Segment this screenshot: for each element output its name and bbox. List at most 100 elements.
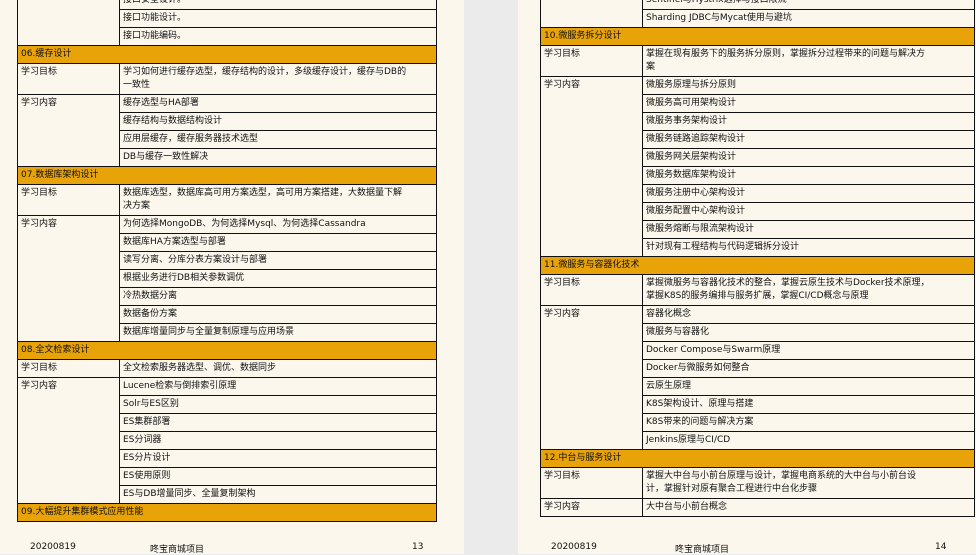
goal-line: 一致性 — [123, 80, 151, 90]
content-item: 微服务事务架构设计 — [643, 113, 974, 131]
content-item: ES分词器 — [120, 432, 436, 450]
row-label: 学习目标 — [541, 468, 643, 498]
goal-line: 数据库选型，数据库高可用方案选型，高可用方案搭建，大数据量下解 — [123, 188, 403, 198]
section-title: 07.数据库架构设计 — [18, 167, 436, 185]
content-item: 微服务注册中心架构设计 — [643, 185, 974, 203]
learning-goal: 全文检索服务器选型、调优、数据同步 — [120, 360, 436, 377]
content-item: 微服务配置中心架构设计 — [643, 203, 974, 221]
learning-goal: 学习如何进行缓存选型，缓存结构的设计，多级缓存设计，缓存与DB的 一致性 — [120, 64, 436, 94]
content-row: 学习内容 大中台与小前台概念 — [541, 499, 974, 517]
content-item: 接口安全设计。 — [120, 0, 436, 10]
goal-row: 学习目标 学习如何进行缓存选型，缓存结构的设计，多级缓存设计，缓存与DB的 一致性 — [18, 64, 436, 95]
section-title: 08.全文检索设计 — [18, 342, 436, 360]
section-title: 09.大幅提升集群模式应用性能 — [18, 504, 436, 522]
goal-line: 掌握K8S的服务编排与服务扩展，掌握CI/CD概念与原理 — [646, 291, 869, 301]
content-item: K8S架构设计、原理与搭建 — [643, 396, 974, 414]
content-item: 微服务网关层架构设计 — [643, 149, 974, 167]
row-label: 学习目标 — [18, 360, 120, 377]
content-item: 数据备份方案 — [120, 306, 436, 324]
content-item: 微服务与容器化 — [643, 324, 974, 342]
content-row: 学习内容 微服务原理与拆分原则 微服务高可用架构设计 微服务事务架构设计 微服务链路追踪… — [541, 77, 974, 257]
content-item: Lucene检索与倒排索引原理 — [120, 378, 436, 396]
goal-line: 掌握微服务与容器化技术的整合，掌握云原生技术与Docker技术原理， — [646, 278, 930, 288]
content-row: 学习内容 容器化概念 微服务与容器化 Docker Compose与Swarm原理 Do… — [541, 306, 974, 450]
row-label: 学习内容 — [18, 216, 120, 341]
goal-line: 掌握在现有服务下的服务拆分原则，掌握拆分过程带来的问题与解决方 — [646, 49, 926, 59]
row-label: 学习内容 — [541, 499, 643, 516]
content-item: 应用层缓存，缓存服务器技术选型 — [120, 131, 436, 149]
course-table: 接口安全设计。 接口功能设计。 接口功能编码。 06.缓存设计 学习目标 学习如何进行缓存… — [17, 0, 437, 522]
content-item: 为何选择MongoDB、为何选择Mysql、为何选择Cassandra — [120, 216, 436, 234]
content-item: Sharding JDBC与Mycat使用与避坑 — [646, 13, 792, 23]
content-item: Sentinel与Hystrix选择与接口限流 — [643, 0, 974, 10]
content-item: ES使用原则 — [120, 468, 436, 486]
footer-date: 20200819 — [30, 542, 76, 552]
learning-goal: 掌握在现有服务下的服务拆分原则，掌握拆分过程带来的问题与解决方案 — [643, 46, 974, 76]
content-item: 云原生原理 — [643, 378, 974, 396]
row-label: 学习内容 — [18, 378, 120, 503]
footer-project: 咚宝商城项目 — [675, 545, 730, 555]
row-label: 学习目标 — [541, 275, 643, 305]
footer-date: 20200819 — [551, 542, 597, 552]
content-row: 学习内容 为何选择MongoDB、为何选择Mysql、为何选择Cassandra 数… — [18, 216, 436, 342]
content-item: DB与缓存一致性解决 — [123, 152, 209, 162]
content-row: 学习内容 缓存选型与HA部署 缓存结构与数据结构设计 应用层缓存，缓存服务器技术选型 D… — [18, 95, 436, 167]
table-row: 接口安全设计。 接口功能设计。接口功能编码。 — [18, 0, 436, 46]
content-item: 容器化概念 — [643, 306, 974, 324]
row-label-empty — [541, 0, 643, 27]
row-label: 学习内容 — [18, 95, 120, 166]
goal-line: 案 — [646, 62, 656, 72]
learning-goal: 掌握大中台与小前台原理与设计，掌握电商系统的大中台与小前台设 计，掌握针对原有聚合… — [643, 468, 974, 498]
row-label-empty — [18, 0, 120, 45]
goal-row: 学习目标 掌握大中台与小前台原理与设计，掌握电商系统的大中台与小前台设 计，掌握针对… — [541, 468, 974, 499]
content-item: 接口功能编码。 — [123, 31, 187, 41]
content-item: 根据业务进行DB相关参数调优 — [120, 270, 436, 288]
row-label: 学习目标 — [541, 46, 643, 76]
goal-row: 学习目标 掌握在现有服务下的服务拆分原则，掌握拆分过程带来的问题与解决方案 — [541, 46, 974, 77]
content-item: Docker与微服务如何整合 — [643, 360, 974, 378]
document-page-left: 接口安全设计。 接口功能设计。 接口功能编码。 06.缓存设计 学习目标 学习如何进行缓存… — [0, 0, 464, 555]
content-item: 缓存结构与数据结构设计 — [120, 113, 436, 131]
content-item: 微服务链路追踪架构设计 — [643, 131, 974, 149]
row-label: 学习目标 — [18, 185, 120, 215]
content-item: 读写分离、分库分表方案设计与部署 — [120, 252, 436, 270]
document-page-right: Sentinel与Hystrix选择与接口限流 Sharding JDBC与Myc… — [518, 0, 976, 555]
row-label: 学习内容 — [541, 306, 643, 449]
content-item: 微服务高可用架构设计 — [643, 95, 974, 113]
content-row: 学习内容 Lucene检索与倒排索引原理 Solr与ES区别 ES集群部署 ES分词器 E… — [18, 378, 436, 504]
goal-row: 学习目标 全文检索服务器选型、调优、数据同步 — [18, 360, 436, 378]
goal-line: 学习如何进行缓存选型，缓存结构的设计，多级缓存设计，缓存与DB的 — [123, 67, 407, 77]
content-item: Jenkins原理与CI/CD — [646, 435, 731, 445]
goal-line: 决方案 — [123, 201, 151, 211]
course-table: Sentinel与Hystrix选择与接口限流 Sharding JDBC与Myc… — [540, 0, 975, 517]
learning-goal: 掌握微服务与容器化技术的整合，掌握云原生技术与Docker技术原理， 掌握K8S的… — [643, 275, 974, 305]
goal-line: 掌握大中台与小前台原理与设计，掌握电商系统的大中台与小前台设 — [646, 471, 917, 481]
content-item: Docker Compose与Swarm原理 — [643, 342, 974, 360]
content-item: Solr与ES区别 — [120, 396, 436, 414]
content-item: 针对现有工程结构与代码逻辑拆分设计 — [646, 242, 800, 252]
section-title: 06.缓存设计 — [18, 46, 436, 64]
goal-row: 学习目标 掌握微服务与容器化技术的整合，掌握云原生技术与Docker技术原理， 掌握… — [541, 275, 974, 306]
table-row: Sentinel与Hystrix选择与接口限流 Sharding JDBC与Myc… — [541, 0, 974, 28]
section-title: 11.微服务与容器化技术 — [541, 257, 974, 275]
row-label: 学习内容 — [541, 77, 643, 256]
content-item: K8S带来的问题与解决方案 — [643, 414, 974, 432]
content-item: 微服务数据库架构设计 — [643, 167, 974, 185]
learning-goal: 数据库选型，数据库高可用方案选型，高可用方案搭建，大数据量下解 决方案 — [120, 185, 436, 215]
goal-row: 学习目标 数据库选型，数据库高可用方案选型，高可用方案搭建，大数据量下解 决方案 — [18, 185, 436, 216]
section-title: 12.中台与服务设计 — [541, 450, 974, 468]
content-item: 缓存选型与HA部署 — [120, 95, 436, 113]
goal-line: 全文检索服务器选型、调优、数据同步 — [123, 363, 277, 373]
content-item: 大中台与小前台概念 — [646, 502, 728, 512]
goal-line: 计，掌握针对原有聚合工程进行中台化步骤 — [646, 484, 818, 494]
content-item: ES分片设计 — [120, 450, 436, 468]
content-item: 微服务原理与拆分原则 — [643, 77, 974, 95]
footer-page-number: 13 — [412, 542, 424, 552]
footer-project: 咚宝商城项目 — [150, 545, 205, 555]
footer-page-number: 14 — [935, 542, 947, 552]
content-item: 微服务熔断与限流架构设计 — [643, 221, 974, 239]
content-item: 接口功能设计。 — [120, 10, 436, 28]
content-item: 冷热数据分离 — [120, 288, 436, 306]
section-title: 10.微服务拆分设计 — [541, 28, 974, 46]
content-item: ES与DB增量同步、全量复制架构 — [123, 489, 256, 499]
